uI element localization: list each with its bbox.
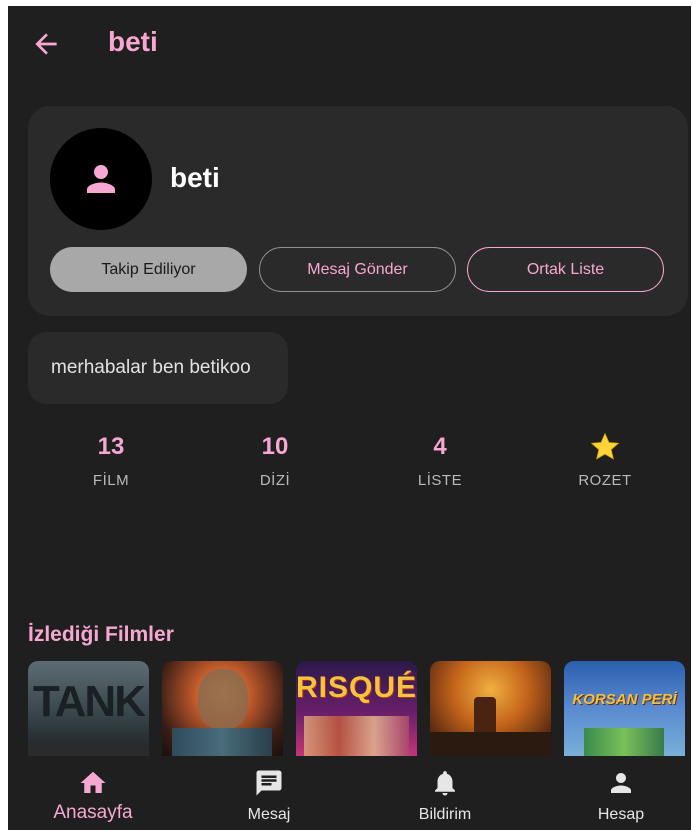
avatar[interactable] xyxy=(50,128,152,230)
nav-label: Anasayfa xyxy=(53,802,133,823)
home-icon xyxy=(80,771,106,793)
nav-messages[interactable]: Mesaj xyxy=(204,768,334,824)
poster-caption: TANK xyxy=(33,677,146,726)
stat-label: FİLM xyxy=(92,472,130,489)
movie-poster[interactable]: RISQUÉ xyxy=(296,661,417,756)
stat-list[interactable]: 4 LİSTE xyxy=(375,430,505,489)
watched-movies-title: İzlediği Filmler xyxy=(28,623,174,646)
stat-value: 10 xyxy=(261,433,289,460)
movie-poster[interactable]: TANK xyxy=(28,661,149,756)
stat-film[interactable]: 13 FİLM xyxy=(46,430,176,489)
person-icon xyxy=(611,773,631,793)
nav-label: Mesaj xyxy=(247,806,291,823)
nav-label: Bildirim xyxy=(418,806,472,823)
nav-account[interactable]: Hesap xyxy=(556,768,686,824)
profile-name: beti xyxy=(170,162,220,193)
poster-caption: KORSAN PERİ xyxy=(572,691,677,708)
stat-value: 13 xyxy=(97,433,125,460)
page-title: beti xyxy=(108,26,158,57)
stat-series[interactable]: 10 DİZİ xyxy=(210,430,340,489)
stat-label: DİZİ xyxy=(259,472,291,489)
back-button[interactable] xyxy=(30,28,62,60)
poster-art xyxy=(172,728,272,756)
poster-art xyxy=(430,732,551,756)
stat-badge[interactable]: ROZET xyxy=(540,430,670,489)
bio-text: merhabalar ben betikoo xyxy=(51,357,251,378)
app-screen: beti beti Takip Ediliyor Mesaj Gönder Or… xyxy=(8,6,691,830)
profile-card: beti Takip Ediliyor Mesaj Gönder Ortak L… xyxy=(28,106,688,316)
send-message-button[interactable]: Mesaj Gönder xyxy=(259,247,456,292)
poster-caption: RISQUÉ xyxy=(296,671,417,704)
stat-label: LİSTE xyxy=(417,472,463,489)
bell-icon xyxy=(435,771,455,796)
shared-list-button[interactable]: Ortak Liste xyxy=(467,247,664,292)
nav-notifications[interactable]: Bildirim xyxy=(380,768,510,824)
nav-label: Hesap xyxy=(597,806,645,823)
poster-art xyxy=(198,669,248,729)
following-button[interactable]: Takip Ediliyor xyxy=(50,247,247,292)
movie-poster[interactable] xyxy=(162,661,283,756)
poster-art xyxy=(304,716,409,756)
star-icon xyxy=(590,432,620,460)
watched-movies-carousel[interactable]: TANK RISQUÉ KORSAN PERİ xyxy=(28,661,691,756)
stat-icon xyxy=(540,430,670,464)
poster-art xyxy=(28,726,149,756)
stat-label: ROZET xyxy=(578,472,632,489)
arrow-left-icon xyxy=(35,33,57,55)
person-icon xyxy=(87,165,115,193)
bio-box: merhabalar ben betikoo xyxy=(28,332,288,404)
movie-poster[interactable]: KORSAN PERİ xyxy=(564,661,685,756)
message-icon xyxy=(256,770,282,796)
top-app-bar: beti xyxy=(8,6,691,78)
bottom-navigation: Anasayfa Mesaj Bildirim Hesap xyxy=(8,756,691,830)
poster-art xyxy=(584,728,664,756)
stat-value: 4 xyxy=(433,433,447,460)
nav-home[interactable]: Anasayfa xyxy=(28,768,158,824)
movie-poster[interactable] xyxy=(430,661,551,756)
